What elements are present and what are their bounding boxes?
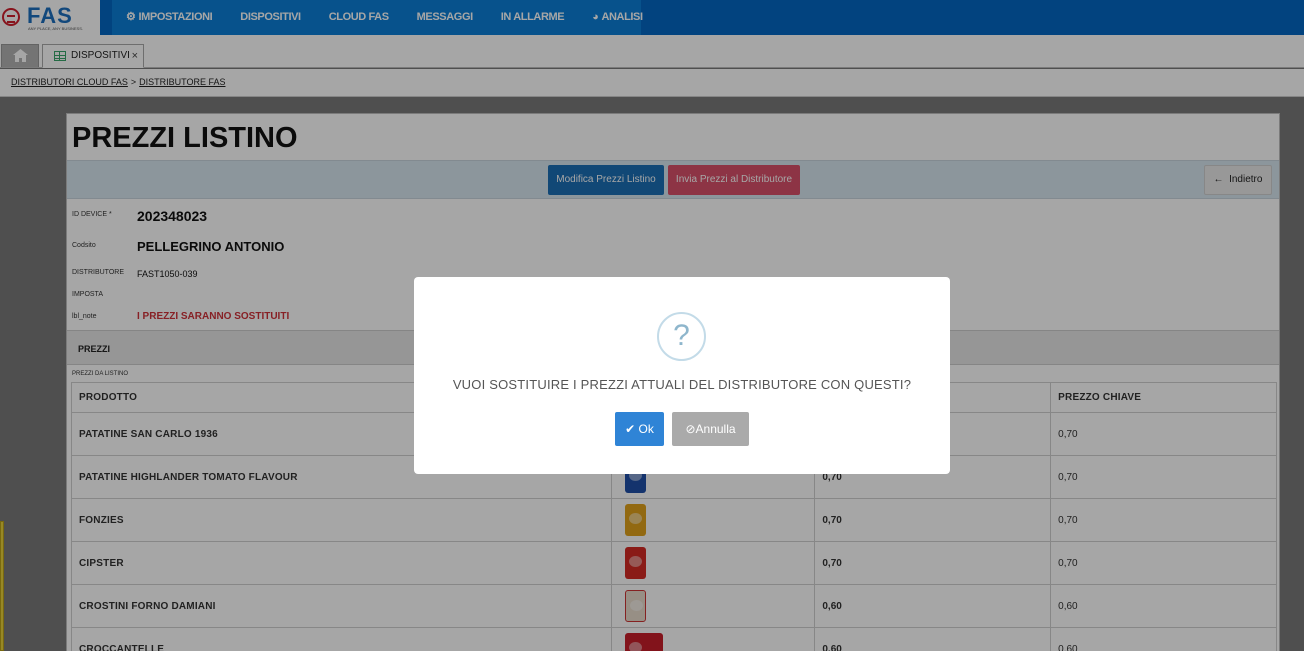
check-icon: ✔: [625, 422, 636, 436]
question-icon: ?: [657, 312, 706, 361]
ban-icon: ⊘: [685, 422, 696, 436]
cancel-button-label: Annulla: [695, 422, 736, 436]
confirm-dialog: ? VUOI SOSTITUIRE I PREZZI ATTUALI DEL D…: [414, 277, 950, 474]
ok-button[interactable]: ✔ Ok: [615, 412, 664, 446]
dialog-message: VUOI SOSTITUIRE I PREZZI ATTUALI DEL DIS…: [452, 377, 912, 392]
ok-button-label: Ok: [638, 422, 654, 436]
cancel-button[interactable]: ⊘Annulla: [672, 412, 749, 446]
